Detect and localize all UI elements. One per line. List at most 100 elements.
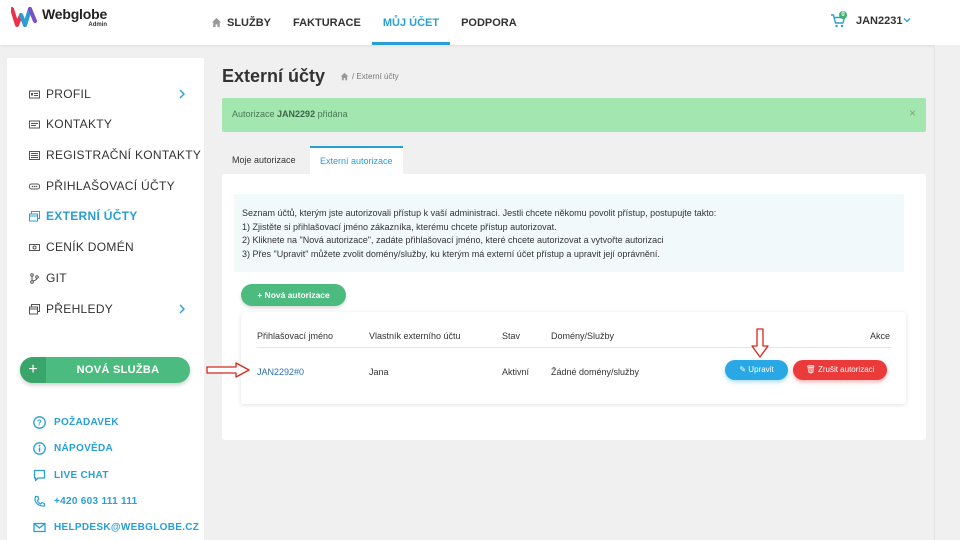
success-alert: Autorizace JAN2292 přidána × [222,98,926,132]
breadcrumb-current: / Externí účty [352,72,399,81]
sidebar-item-label: KONTAKTY [46,117,113,131]
help-item-label: LIVE CHAT [54,470,109,481]
tab-my-authorizations[interactable]: Moje autorizace [222,146,306,174]
edit-icon: ✎ [739,365,747,374]
trash-icon: 🗑 [805,365,816,374]
sidebar-item-label: PROFIL [46,87,92,101]
mail-icon [33,522,46,533]
svg-text:?: ? [37,419,42,428]
new-service-label: NOVÁ SLUŽBA [76,364,160,376]
alert-account: JAN2292 [277,109,316,119]
nav-billing[interactable]: FAKTURACE [282,0,372,45]
authorizations-table: Přihlašovací jméno Vlastník externího úč… [241,312,906,404]
sidebar-item-domain-pricing[interactable]: CENÍK DOMÉN [29,239,134,255]
git-icon [30,272,39,284]
help-item-label: POŽADAVEK [54,417,119,428]
chat-icon [33,469,46,482]
info-line: Seznam účtů, kterým jste autorizovali př… [242,208,717,218]
annotation-arrow-right-icon [206,362,250,378]
contacts-icon [29,120,40,128]
sidebar-item-registration-contacts[interactable]: REGISTRAČNÍ KONTAKTY [29,147,201,163]
owner-cell: Jana [369,367,389,377]
login-accounts-icon [29,183,40,189]
phone-link[interactable]: +420 603 111 111 [33,495,138,508]
alert-suffix: přidána [317,109,348,119]
info-line: 3) Přes "Upravit" můžete zvolit domény/s… [242,248,660,259]
scrollbar[interactable] [934,45,960,540]
info-line: 1) Zjistěte si přihlašovací jméno zákazn… [242,221,557,232]
help-item-label: HELPDESK@WEBGLOBE.CZ [54,522,200,533]
chevron-right-icon[interactable] [178,89,186,99]
sidebar-item-label: PŘIHLAŠOVACÍ ÚČTY [46,179,175,193]
page-title: Externí účty [222,66,326,86]
sidebar-item-contacts[interactable]: KONTAKTY [29,116,112,132]
brand-name: Webglobe [42,6,108,22]
nav-support-label: PODPORA [461,16,517,29]
sidebar-item-label: GIT [46,271,67,285]
home-icon[interactable] [340,72,349,81]
brand-logo[interactable]: Webglobe Admin [11,6,107,34]
helpdesk-email-link[interactable]: HELPDESK@WEBGLOBE.CZ [33,521,199,534]
status-cell: Aktivní [502,367,530,377]
header-divider [257,347,891,348]
new-service-button[interactable]: + NOVÁ SLUŽBA [20,357,190,383]
nav-billing-label: FAKTURACE [293,16,361,29]
sidebar-item-label: EXTERNÍ ÚČTY [46,209,138,223]
top-bar: Webglobe Admin SLUŽBY FAKTURACE MŮJ ÚČET… [0,0,960,45]
cancel-authorization-label: Zrušit autorizaci [817,365,875,374]
sidebar-item-external-accounts[interactable]: EXTERNÍ ÚČTY [29,208,138,224]
help-item-label: NÁPOVĚDA [54,443,114,454]
webglobe-logo-icon [11,7,37,27]
brand-sub: Admin [88,22,108,28]
plus-icon: + [20,357,46,383]
column-header-actions: Akce [870,331,891,341]
help-docs-link[interactable]: NÁPOVĚDA [33,442,113,455]
column-header-domains: Domény/Služby [551,331,615,341]
tab-external-authorizations[interactable]: Externí autorizace [310,146,403,174]
column-header-login: Přihlašovací jméno [257,331,334,341]
edit-button[interactable]: ✎ Upravit [725,360,788,380]
sidebar-item-reports[interactable]: PŘEHLEDY [29,301,113,317]
cart-count-badge: 0 [839,11,847,19]
edit-button-label: Upravit [748,365,774,374]
help-item-label: +420 603 111 111 [54,496,138,507]
question-icon: ? [33,416,46,429]
domains-cell: Žádné domény/služby [551,367,640,377]
annotation-arrow-down-icon [751,328,769,358]
user-menu[interactable]: JAN2231 [856,15,902,27]
sidebar-item-login-accounts[interactable]: PŘIHLAŠOVACÍ ÚČTY [29,178,175,194]
column-header-status: Stav [502,331,521,341]
chevron-right-icon[interactable] [178,304,186,314]
new-authorization-button[interactable]: + Nová autorizace [241,284,346,306]
alert-prefix: Autorizace [232,109,275,119]
sidebar: PROFIL KONTAKTY REGISTRAČNÍ KONTAKTY PŘI… [7,58,204,540]
profile-card-icon [29,90,40,98]
cancel-authorization-button[interactable]: 🗑 Zrušit autorizaci [793,360,887,380]
column-header-owner: Vlastník externího účtu [369,331,461,341]
breadcrumb: / Externí účty [340,72,399,81]
chevron-down-icon[interactable] [903,16,911,24]
info-icon [33,442,46,455]
sidebar-item-profile[interactable]: PROFIL [29,86,91,102]
content-panel: Seznam účtů, kterým jste autorizovali př… [222,174,926,440]
domain-pricing-icon [29,243,40,251]
nav-support[interactable]: PODPORA [450,0,528,45]
info-line: 2) Kliknete na "Nová autorizace", zadáte… [242,235,664,245]
main-nav: SLUŽBY FAKTURACE MŮJ ÚČET PODPORA [200,0,528,45]
info-box: Seznam účtů, kterým jste autorizovali př… [234,194,904,272]
nav-services[interactable]: SLUŽBY [200,0,282,45]
home-icon [211,17,222,28]
help-request-link[interactable]: ? POŽADAVEK [33,416,119,429]
reports-icon [29,303,40,314]
sidebar-item-label: REGISTRAČNÍ KONTAKTY [46,148,202,162]
live-chat-link[interactable]: LIVE CHAT [33,469,109,482]
sidebar-item-git[interactable]: GIT [29,270,67,286]
sidebar-item-label: PŘEHLEDY [46,302,114,316]
login-link[interactable]: JAN2292#0 [257,367,304,377]
external-accounts-icon [29,210,40,221]
nav-my-account[interactable]: MŮJ ÚČET [371,0,451,45]
phone-icon [34,495,46,507]
close-icon[interactable]: × [909,106,916,120]
sidebar-item-label: CENÍK DOMÉN [46,240,134,254]
registration-contacts-icon [29,150,40,160]
